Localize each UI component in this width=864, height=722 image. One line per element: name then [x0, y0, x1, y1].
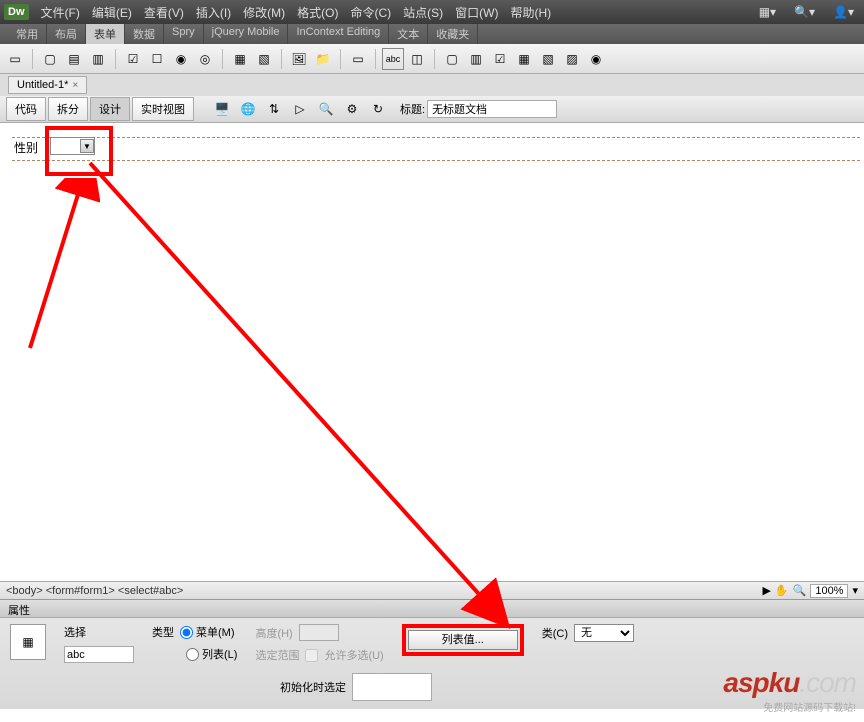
annotation-arrow-1 [20, 178, 100, 358]
spry-radio-icon[interactable]: ◉ [585, 48, 607, 70]
spry-password-icon[interactable]: ▧ [537, 48, 559, 70]
title-bar: Dw 文件(F) 编辑(E) 查看(V) 插入(I) 修改(M) 格式(O) 命… [0, 0, 864, 24]
type-label: 类型 [152, 624, 174, 640]
cat-layout[interactable]: 布局 [47, 24, 86, 44]
options-icon[interactable]: ⚙ [341, 99, 363, 119]
doc-tab-name: Untitled-1* [17, 79, 68, 91]
cat-incontext[interactable]: InContext Editing [288, 24, 389, 44]
cat-spry[interactable]: Spry [164, 24, 204, 44]
view-toolbar: 代码 拆分 设计 实时视图 🖥️ 🌐 ⇅ ▷ 🔍 ⚙ ↻ 标题: [0, 96, 864, 123]
field-label: 性别 [14, 139, 38, 156]
type-menu-radio[interactable]: 菜单(M) [180, 624, 235, 640]
file-field-icon[interactable]: 📁 [312, 48, 334, 70]
search-icon[interactable]: 🔍▾ [788, 3, 821, 21]
hidden-field-icon[interactable]: ▤ [63, 48, 85, 70]
height-input [299, 624, 339, 641]
multi-checkbox [305, 649, 318, 662]
class-select[interactable]: 无 [574, 624, 634, 642]
height-label: 高度(H) [255, 625, 292, 641]
titlebar-icons: ▦▾ 🔍▾ 👤▾ [753, 3, 860, 21]
status-bar: <body> <form#form1> <select#abc> ▶ ✋ 🔍 1… [0, 581, 864, 599]
annotation-arrow-2 [60, 153, 520, 633]
select-icon[interactable]: ▦ [229, 48, 251, 70]
title-input[interactable] [427, 100, 557, 118]
zoom-value[interactable]: 100% [810, 584, 848, 598]
init-label: 初始化时选定 [280, 679, 346, 695]
select-tool-icon[interactable]: ▶ [762, 584, 770, 597]
cat-text[interactable]: 文本 [389, 24, 428, 44]
menu-insert[interactable]: 插入(I) [190, 4, 237, 21]
live-code-icon[interactable]: 🖥️ [211, 99, 233, 119]
button-icon[interactable]: ▭ [347, 48, 369, 70]
menu-modify[interactable]: 修改(M) [237, 4, 291, 21]
cat-favorites[interactable]: 收藏夹 [428, 24, 478, 44]
checkbox-group-icon[interactable]: ☐ [146, 48, 168, 70]
view-design[interactable]: 设计 [90, 97, 130, 121]
document-tabs: Untitled-1* × [0, 74, 864, 96]
spry-checkbox-icon[interactable]: ☑ [489, 48, 511, 70]
title-label: 标题: [400, 101, 425, 117]
menu-commands[interactable]: 命令(C) [344, 4, 397, 21]
zoom-tool-icon[interactable]: 🔍 [793, 584, 807, 597]
checkbox-icon[interactable]: ☑ [122, 48, 144, 70]
menu-site[interactable]: 站点(S) [397, 4, 449, 21]
document-tab[interactable]: Untitled-1* × [8, 76, 87, 94]
menu-format[interactable]: 格式(O) [291, 4, 344, 21]
class-label: 类(C) [542, 625, 568, 641]
view-code[interactable]: 代码 [6, 97, 46, 121]
doc-close-icon[interactable]: × [72, 80, 78, 91]
cat-common[interactable]: 常用 [8, 24, 47, 44]
view-live[interactable]: 实时视图 [132, 97, 194, 121]
radio-icon[interactable]: ◉ [170, 48, 192, 70]
annotation-box-2: 列表值... [402, 624, 524, 656]
select-element-icon: ▦ [10, 624, 46, 660]
app-logo: Dw [4, 4, 29, 20]
cat-data[interactable]: 数据 [125, 24, 164, 44]
range-label: 选定范围 [255, 647, 299, 663]
init-selected-box[interactable] [352, 673, 432, 701]
properties-header[interactable]: 属性 [0, 600, 864, 618]
tag-selector[interactable]: <body> <form#form1> <select#abc> [6, 585, 183, 597]
watermark: aspku.com 免费网站源码下载站! [723, 667, 856, 714]
radio-group-icon[interactable]: ◎ [194, 48, 216, 70]
menu-view[interactable]: 查看(V) [138, 4, 190, 21]
cat-forms[interactable]: 表单 [86, 24, 125, 44]
spry-textarea-icon[interactable]: ▥ [465, 48, 487, 70]
form-toolbar: ▭ ▢ ▤ ▥ ☑ ☐ ◉ ◎ ▦ ▧ 🖼 📁 ▭ abc ◫ ▢ ▥ ☑ ▦ … [0, 44, 864, 74]
hand-tool-icon[interactable]: ✋ [775, 584, 789, 597]
type-list-radio[interactable]: 列表(L) [186, 646, 237, 662]
spry-confirm-icon[interactable]: ▨ [561, 48, 583, 70]
menu-help[interactable]: 帮助(H) [504, 4, 557, 21]
label-icon[interactable]: abc [382, 48, 404, 70]
refresh-icon[interactable]: ↻ [367, 99, 389, 119]
jump-menu-icon[interactable]: ▧ [253, 48, 275, 70]
list-values-button[interactable]: 列表值... [408, 630, 518, 650]
select-label: 选择 [64, 624, 86, 640]
zoom-dropdown-icon[interactable]: ▾ [852, 584, 858, 597]
visual-aids-icon[interactable]: ▷ [289, 99, 311, 119]
form-outline [12, 137, 860, 161]
text-field-icon[interactable]: ▢ [39, 48, 61, 70]
category-tabs: 常用 布局 表单 数据 Spry jQuery Mobile InContext… [0, 24, 864, 44]
textarea-icon[interactable]: ▥ [87, 48, 109, 70]
inspect-icon[interactable]: 🔍 [315, 99, 337, 119]
ruler-icon[interactable]: ⇅ [263, 99, 285, 119]
cat-jquery[interactable]: jQuery Mobile [204, 24, 289, 44]
menu-window[interactable]: 窗口(W) [449, 4, 504, 21]
layout-icon[interactable]: ▦▾ [753, 3, 782, 21]
multi-label: 允许多选(U) [324, 647, 383, 663]
design-area[interactable]: 性别 ▼ [0, 123, 864, 581]
fieldset-icon[interactable]: ◫ [406, 48, 428, 70]
form-icon[interactable]: ▭ [4, 48, 26, 70]
image-field-icon[interactable]: 🖼 [288, 48, 310, 70]
user-icon[interactable]: 👤▾ [827, 3, 860, 21]
menu-file[interactable]: 文件(F) [35, 4, 86, 21]
spry-select-icon[interactable]: ▦ [513, 48, 535, 70]
id-input[interactable] [64, 646, 134, 663]
spry-text-icon[interactable]: ▢ [441, 48, 463, 70]
annotation-box-1 [45, 126, 113, 176]
menu-edit[interactable]: 编辑(E) [86, 4, 138, 21]
browser-icon[interactable]: 🌐 [237, 99, 259, 119]
view-split[interactable]: 拆分 [48, 97, 88, 121]
